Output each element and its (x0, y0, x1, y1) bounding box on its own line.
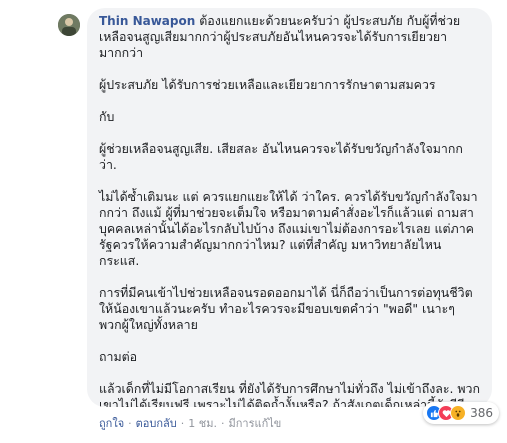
wow-icon (450, 405, 467, 421)
edited-label[interactable]: มีการแก้ไข (228, 414, 281, 432)
reply-button[interactable]: ตอบกลับ (136, 414, 177, 432)
comment-paragraph: ไม่ได้ซ้ำเติมนะ แต่ ควรแยกแยะให้ได้ ว่าใ… (99, 189, 478, 268)
separator: · (128, 416, 132, 430)
avatar[interactable] (58, 14, 80, 36)
comment-paragraph: ผู้ประสบภัย ได้รับการช่วยเหลือและเยียวยา… (99, 77, 436, 92)
reaction-summary[interactable]: 386 (423, 402, 499, 424)
like-button[interactable]: ถูกใจ (99, 414, 124, 432)
comment-paragraph: การที่มีคนเข้าไปช่วยเหลือจนรอดออกมาได้ น… (99, 285, 473, 332)
separator: · (220, 416, 225, 430)
comment-author[interactable]: Thin Nawapon (99, 14, 195, 28)
comment-paragraph: แล้วเด็กที่ไม่มีโอกาสเรียน ที่ยังได้รับก… (99, 381, 480, 407)
comment-bubble: Thin Nawapon ต้องแยกแยะด้วยนะครับว่า ผู้ป… (87, 8, 492, 407)
comment-paragraph: ผู้ช่วยเหลือจนสูญเสีย. เสียสละ อันไหนควร… (99, 141, 463, 172)
comment-paragraph: ถามต่อ (99, 349, 138, 364)
comment-paragraph: กับ (99, 109, 115, 124)
separator: · (180, 416, 185, 430)
reaction-count: 386 (470, 406, 493, 420)
comment-actions: ถูกใจ · ตอบกลับ · 1 ชม. · มีการแก้ไข (99, 414, 281, 432)
timestamp[interactable]: 1 ชม. (188, 414, 217, 432)
comment-paragraph: Thin Nawapon ต้องแยกแยะด้วยนะครับว่า ผู้ป… (99, 13, 480, 61)
